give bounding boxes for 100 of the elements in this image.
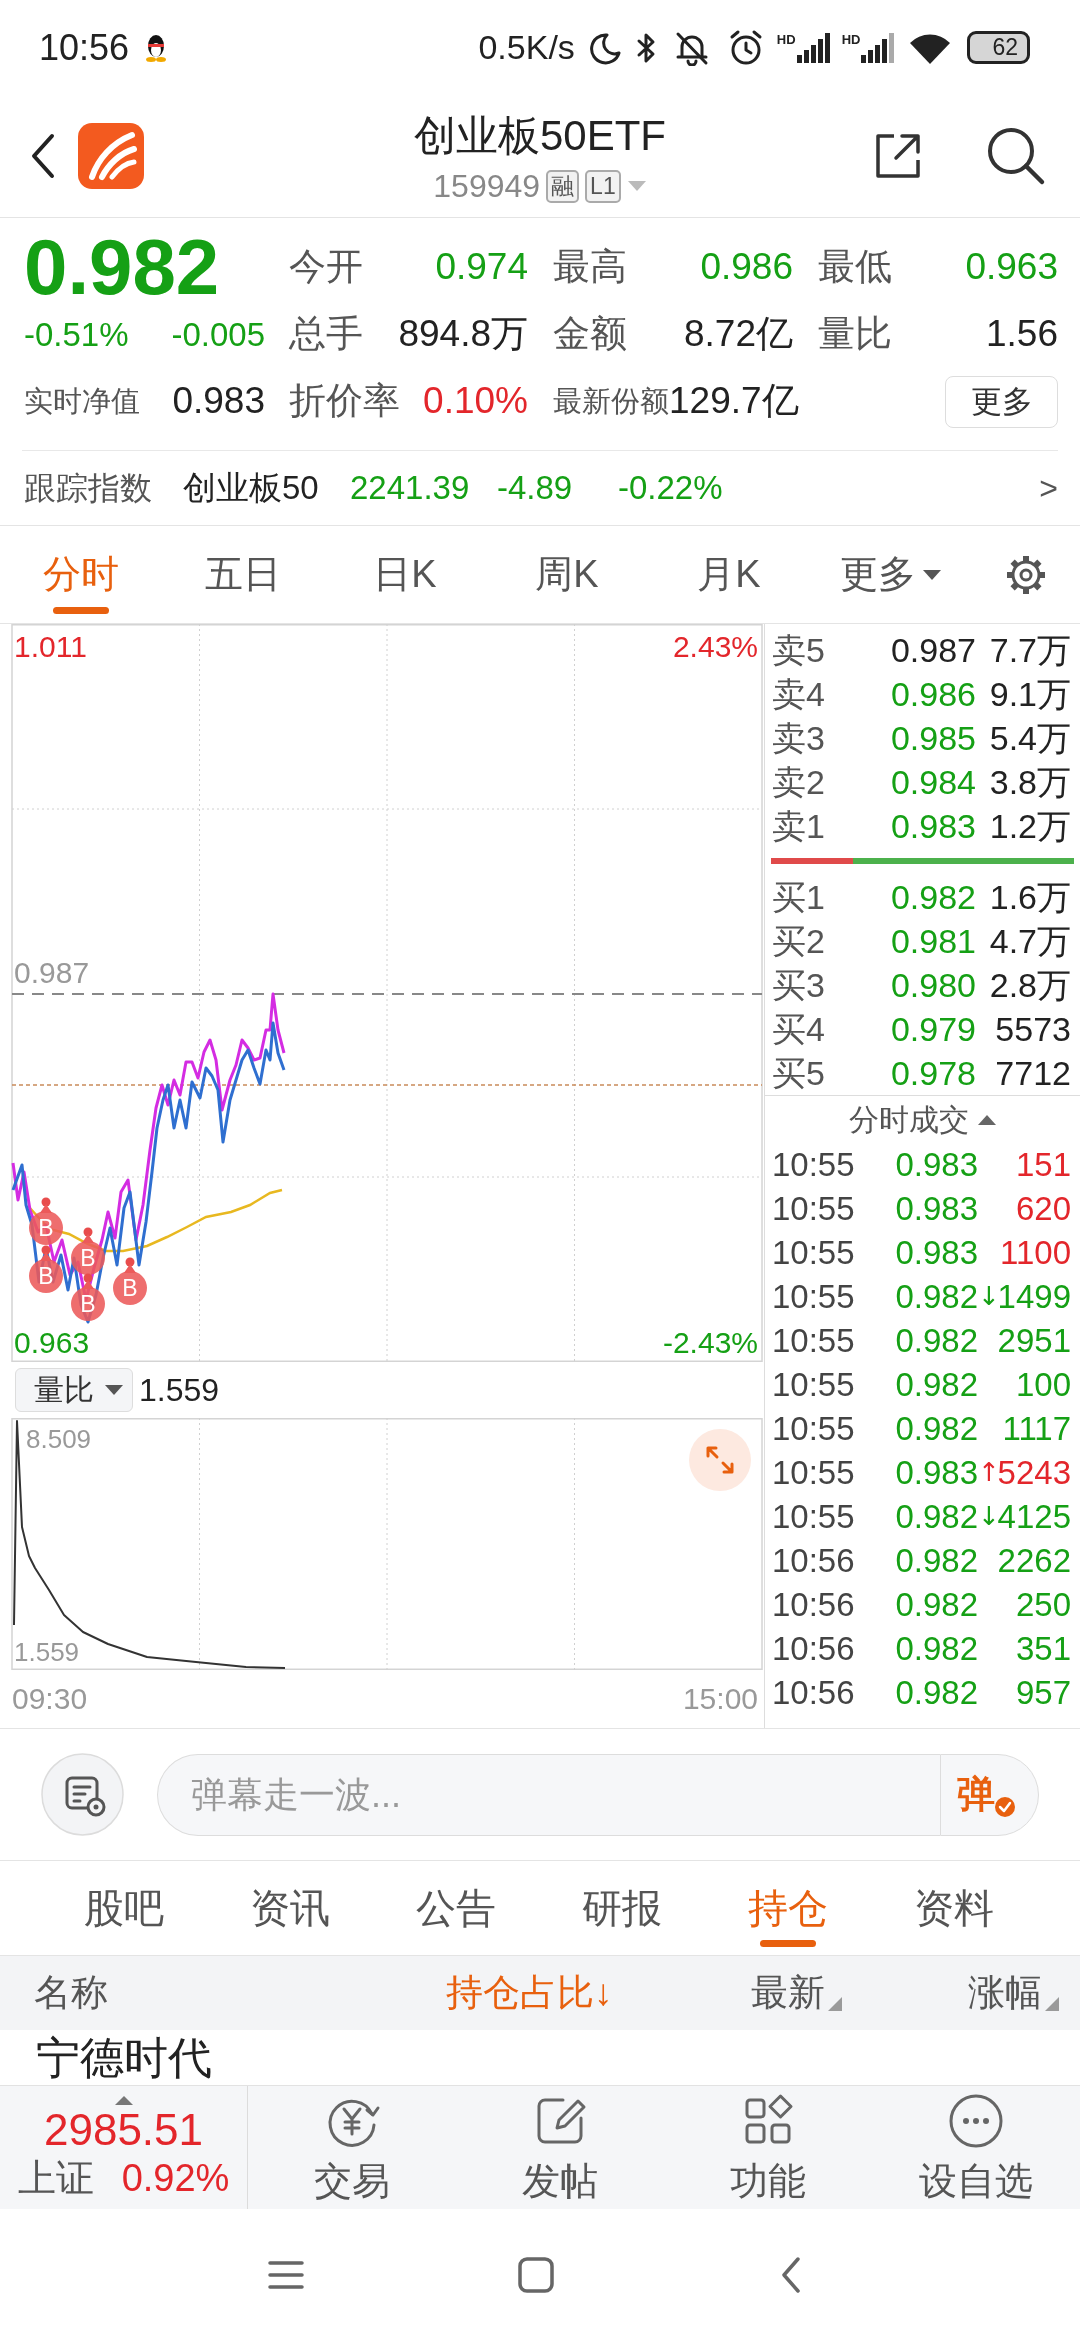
stat-label: 最高 [553,245,627,290]
trade-time: 10:55 [772,1321,856,1361]
trade-time: 10:55 [772,1189,856,1229]
network-speed: 0.5K/s [478,27,575,68]
order-price: 0.978 [889,1052,976,1094]
trade-volume: 5243 [996,1453,1071,1493]
order-price: 0.980 [889,964,976,1006]
trade-price: 0.982 [894,1673,978,1713]
index-value[interactable]: 2985.51 [43,2105,204,2155]
order-volume: 9.1万 [988,673,1071,715]
sort-column-header[interactable]: 最新 [751,1970,842,2016]
chart-tab[interactable]: 五日 [162,526,324,623]
index-change-percent[interactable]: 0.92% [121,2155,230,2201]
chart-tab[interactable]: 日K [324,526,486,623]
caret-up-icon [113,2095,134,2105]
app-logo-icon[interactable] [78,123,144,189]
info-tab[interactable]: 公告 [373,1861,539,1955]
info-tab[interactable]: 资料 [871,1861,1037,1955]
chart-tab[interactable]: 周K [486,526,648,623]
more-button[interactable]: 更多 [945,375,1058,428]
stat-label: 金额 [553,312,627,357]
order-volume: 3.8万 [988,761,1071,803]
axis-max-label: 8.509 [26,1426,92,1452]
order-level-label: 买3 [772,964,826,1006]
trade-volume: 1100 [999,1233,1071,1273]
trade-volume: 351 [1014,1629,1071,1669]
order-level-label: 买2 [772,920,826,962]
trade-time: 10:55 [772,1145,856,1185]
order-volume: 4.7万 [988,920,1071,962]
stock-tag: 融 [546,169,580,203]
order-level-label: 卖3 [772,717,826,759]
index-value: 2241.39 [350,468,471,508]
reference-price-label: 0.987 [14,958,90,988]
bottom-action[interactable]: 设自选 [872,2086,1080,2209]
order-price: 0.983 [889,805,976,847]
chart-tab[interactable]: 月K [648,526,810,623]
order-volume: 5.4万 [988,717,1071,759]
document-settings-icon[interactable] [41,1753,124,1836]
indicator-dropdown[interactable]: 量比 [15,1368,133,1412]
comment-input[interactable]: 弹幕走一波... [157,1753,940,1836]
tracking-label: 跟踪指数 [23,468,153,508]
trade-price: 0.982 [894,1321,978,1361]
holding-name[interactable]: 宁德时代 [36,2033,212,2082]
trade-price: 0.982 [894,1409,978,1449]
trades-title: 分时成交 [848,1101,969,1138]
order-price: 0.984 [889,761,976,803]
network-type-label: HD [841,32,861,46]
trade-time: 10:55 [772,1365,856,1405]
order-level-label: 卖4 [772,673,826,715]
change-percent: -0.51% [24,314,129,355]
order-level-label: 卖2 [772,761,826,803]
bottom-action[interactable]: 发帖 [456,2086,664,2209]
bottom-action[interactable]: 交易 [248,2086,456,2209]
trade-time: 10:55 [772,1277,856,1317]
order-volume: 1.2万 [988,805,1071,847]
axis-min-label: 1.559 [14,1639,80,1665]
trade-price: 0.983 [894,1233,978,1273]
trade-price: 0.982 [894,1497,978,1537]
caret-down-icon [922,568,942,581]
caret-up-icon[interactable] [976,1113,997,1126]
stat-label: 最低 [818,245,892,290]
order-level-label: 买5 [772,1052,826,1094]
order-volume: 5573 [994,1008,1071,1050]
trade-price: 0.983 [894,1453,978,1493]
chevron-link[interactable]: > [1039,468,1058,508]
sort-corner-icon [1045,1997,1059,2012]
trade-time: 10:55 [772,1409,856,1449]
stat-value: 129.7亿 [669,379,799,424]
trade-volume: 2951 [996,1321,1071,1361]
check-badge-icon [994,1796,1015,1817]
direction-label: ↓ [978,1281,994,1313]
stat-label: 最新份额 [553,384,669,419]
chart-tab[interactable]: 更多 [810,526,972,623]
order-level-label: 卖5 [772,629,826,671]
index-name: 创业板50 [183,468,320,508]
expand-icon[interactable] [688,1428,752,1492]
index-name[interactable]: 上证 [17,2155,94,2201]
sort-column-header[interactable]: 涨幅 [968,1970,1059,2016]
order-price: 0.982 [889,876,976,918]
info-tab[interactable]: 资讯 [207,1861,373,1955]
order-price: 0.979 [889,1008,976,1050]
order-level-label: 买1 [772,876,826,918]
trade-time: 10:56 [772,1673,856,1713]
caret-down-icon [626,180,647,192]
trade-price: 0.982 [894,1365,978,1405]
order-volume: 2.8万 [988,964,1071,1006]
axis-percent-label: -2.43% [662,1328,758,1358]
time-axis-label: 09:30 [12,1681,88,1717]
order-volume: 7.7万 [988,629,1071,671]
column-header: 名称 [34,1971,108,2013]
bottom-action[interactable]: 功能 [664,2086,872,2209]
trade-price: 0.982 [894,1629,978,1669]
info-tab[interactable]: 股吧 [41,1861,207,1955]
trade-volume: 100 [1014,1365,1071,1405]
axis-price-label: 0.963 [14,1328,90,1358]
info-tab[interactable]: 研报 [539,1861,705,1955]
index-change: -4.89 [497,468,574,508]
fund-code: 159949 [433,166,541,206]
stat-label: 折价率 [289,379,400,424]
trade-price: 0.983 [894,1189,978,1229]
